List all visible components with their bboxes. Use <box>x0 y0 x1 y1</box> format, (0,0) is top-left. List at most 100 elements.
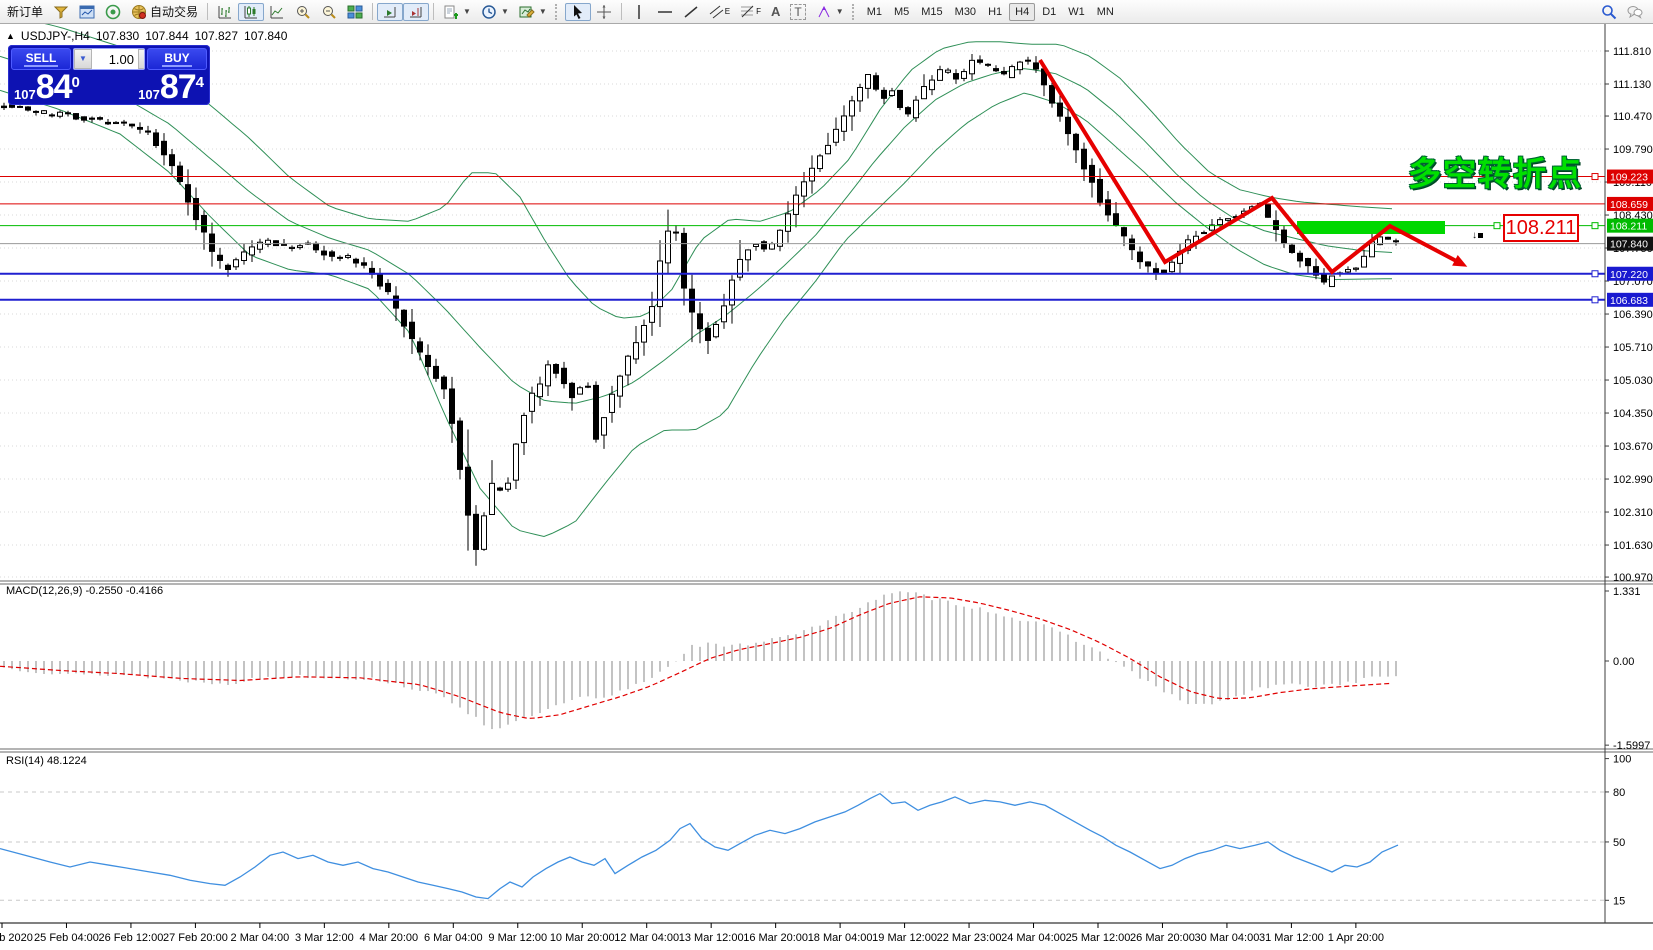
funnel-icon[interactable] <box>48 3 74 21</box>
line-chart-icon[interactable] <box>264 3 290 21</box>
symbol-period-label: USDJPY-,H4 <box>21 29 90 43</box>
svg-text:24 Mar 04:00: 24 Mar 04:00 <box>1001 932 1066 944</box>
svg-text:107.840: 107.840 <box>1610 239 1648 251</box>
auto-scroll-icon[interactable] <box>377 3 403 21</box>
text-icon[interactable]: A <box>766 3 785 21</box>
svg-text:1.331: 1.331 <box>1613 586 1641 598</box>
timeframe-H1[interactable]: H1 <box>983 4 1007 20</box>
bollinger-middle-line <box>0 56 1392 403</box>
bar-chart-icon[interactable] <box>212 3 238 21</box>
macd-signal-line <box>0 597 1392 719</box>
indicators-button[interactable]: ▼ <box>438 3 476 21</box>
zoom-in-icon[interactable] <box>290 3 316 21</box>
chart-canvas: 111.810111.130110.470109.790109.110108.4… <box>0 24 1653 950</box>
templates-button[interactable]: ▼ <box>514 3 552 21</box>
toolbar-grip <box>852 4 859 20</box>
svg-text:25 Feb 04:00: 25 Feb 04:00 <box>34 932 99 944</box>
main-toolbar: 新订单 自动交易 ▼ ▼ <box>0 0 1653 24</box>
svg-text:102.310: 102.310 <box>1613 507 1653 519</box>
hline-handle[interactable] <box>1592 223 1598 229</box>
svg-text:23 Feb 2020: 23 Feb 2020 <box>0 932 33 944</box>
svg-text:104.350: 104.350 <box>1613 408 1653 420</box>
svg-text:18 Mar 04:00: 18 Mar 04:00 <box>808 932 873 944</box>
equidistant-channel-icon[interactable]: E <box>704 3 735 21</box>
timeframe-W1[interactable]: W1 <box>1063 4 1090 20</box>
hline-handle[interactable] <box>1494 223 1500 229</box>
crosshair-icon[interactable] <box>591 3 617 21</box>
periods-button[interactable]: ▼ <box>476 3 514 21</box>
sell-price[interactable]: 107840 <box>14 70 80 104</box>
timeframe-D1[interactable]: D1 <box>1037 4 1061 20</box>
svg-text:111.810: 111.810 <box>1613 46 1651 58</box>
quote-high: 107.844 <box>145 29 188 43</box>
svg-text:102.990: 102.990 <box>1613 474 1653 486</box>
chart-shift-icon[interactable] <box>403 3 429 21</box>
price-annotation-box[interactable]: 108.211 <box>1503 214 1579 242</box>
horizontal-line-icon[interactable] <box>652 3 678 21</box>
timeframe-M15[interactable]: M15 <box>916 4 947 20</box>
timeframe-H4[interactable]: H4 <box>1009 3 1035 21</box>
svg-text:106.683: 106.683 <box>1610 295 1648 307</box>
indicators-caret: ▼ <box>463 7 471 16</box>
svg-text:19 Mar 12:00: 19 Mar 12:00 <box>872 932 937 944</box>
vertical-line-icon[interactable] <box>626 3 652 21</box>
toolbar-right-icons <box>1601 4 1651 20</box>
svg-text:4 Mar 20:00: 4 Mar 20:00 <box>359 932 418 944</box>
cursor-icon[interactable] <box>565 3 591 21</box>
candlestick-chart-icon[interactable] <box>238 3 264 21</box>
trend-zigzag-arrows[interactable] <box>1040 60 1462 272</box>
pivot-annotation-text[interactable]: 多空转折点 <box>1408 147 1583 195</box>
svg-text:30 Mar 04:00: 30 Mar 04:00 <box>1195 932 1260 944</box>
hline-handle[interactable] <box>1592 297 1598 303</box>
timeframe-MN[interactable]: MN <box>1092 4 1119 20</box>
candles <box>2 54 1399 566</box>
svg-text:50: 50 <box>1613 837 1625 849</box>
timeframe-M30[interactable]: M30 <box>950 4 981 20</box>
price-gridlines <box>0 51 1605 577</box>
svg-text:27 Feb 20:00: 27 Feb 20:00 <box>163 932 228 944</box>
search-icon[interactable] <box>1601 4 1617 20</box>
market-watch-window-icon[interactable] <box>74 3 100 21</box>
periods-caret: ▼ <box>501 7 509 16</box>
zoom-out-icon[interactable] <box>316 3 342 21</box>
rsi-indicator-label: RSI(14) 48.1224 <box>6 755 87 767</box>
autotrading-label: 自动交易 <box>150 3 198 20</box>
svg-text:26 Mar 20:00: 26 Mar 20:00 <box>1130 932 1195 944</box>
buy-price[interactable]: 107874 <box>138 70 204 104</box>
timeframe-M1[interactable]: M1 <box>862 4 887 20</box>
volume-input[interactable] <box>92 49 138 69</box>
object-anchor-marker[interactable]: ↓ <box>1472 231 1483 241</box>
svg-text:31 Mar 12:00: 31 Mar 12:00 <box>1259 932 1324 944</box>
svg-text:101.630: 101.630 <box>1613 540 1653 552</box>
time-axis[interactable]: 23 Feb 202025 Feb 04:0026 Feb 12:0027 Fe… <box>0 923 1384 944</box>
channel-letter: E <box>725 7 730 16</box>
arrows-tool-button[interactable]: ▼ <box>811 3 849 21</box>
volume-up-button[interactable]: ▲ <box>138 49 145 69</box>
svg-text:109.790: 109.790 <box>1613 144 1653 156</box>
timeframe-M5[interactable]: M5 <box>889 4 914 20</box>
autotrading-button[interactable]: 自动交易 <box>126 3 203 21</box>
svg-text:9 Mar 12:00: 9 Mar 12:00 <box>488 932 547 944</box>
signal-icon[interactable] <box>100 3 126 21</box>
sell-button[interactable]: SELL <box>11 48 71 70</box>
buy-button[interactable]: BUY <box>147 48 207 70</box>
svg-text:2 Mar 04:00: 2 Mar 04:00 <box>231 932 290 944</box>
tile-windows-icon[interactable] <box>342 3 368 21</box>
trendline-icon[interactable] <box>678 3 704 21</box>
hline-handle[interactable] <box>1592 271 1598 277</box>
chat-icon[interactable] <box>1627 4 1643 20</box>
volume-down-button[interactable]: ▼ <box>74 49 92 69</box>
svg-text:103.670: 103.670 <box>1613 441 1653 453</box>
text-label-icon[interactable]: T <box>785 3 810 21</box>
rsi-pane <box>0 792 1605 900</box>
collapse-quote-arrow[interactable]: ▲ <box>6 31 15 41</box>
svg-text:12 Mar 04:00: 12 Mar 04:00 <box>614 932 679 944</box>
quote-open: 107.830 <box>96 29 139 43</box>
new-order-button[interactable]: 新订单 <box>2 3 48 21</box>
svg-text:80: 80 <box>1613 787 1625 799</box>
hline-handle[interactable] <box>1592 174 1598 180</box>
svg-text:110.470: 110.470 <box>1613 111 1652 123</box>
green-zone-rectangle[interactable] <box>1297 221 1445 234</box>
fibonacci-icon[interactable]: F <box>735 3 766 21</box>
svg-text:105.030: 105.030 <box>1613 375 1653 387</box>
